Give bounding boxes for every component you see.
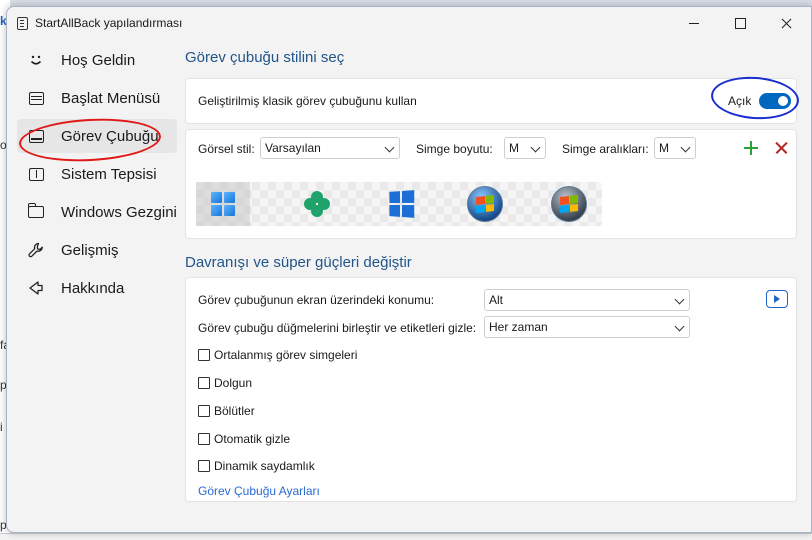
chevron-down-icon: [384, 142, 395, 153]
classic-taskbar-card: Geliştirilmiş klasik görev çubuğunu kull…: [185, 78, 797, 124]
chevron-down-icon: [530, 142, 541, 153]
add-icon[interactable]: [744, 141, 758, 155]
classic-taskbar-label: Geliştirilmiş klasik görev çubuğunu kull…: [198, 94, 417, 108]
window-title: StartAllBack yapılandırması: [35, 16, 183, 30]
toggle-label: Açık: [728, 94, 752, 108]
maximize-button[interactable]: [717, 7, 763, 39]
sidebar-item-label: Hoş Geldin: [61, 51, 136, 69]
close-button[interactable]: [763, 7, 809, 39]
behavior-card: Görev çubuğunun ekran üzerindeki konumu:…: [185, 277, 797, 502]
checkbox-label: Otomatik gizle: [214, 432, 291, 446]
checkbox-auto-hide[interactable]: Otomatik gizle: [198, 432, 290, 446]
icon-spacing-label: Simge aralıkları:: [562, 142, 649, 156]
sidebar-item-label: Hakkında: [61, 279, 125, 297]
combine-buttons-value: Her zaman: [489, 320, 548, 334]
visual-style-card: Görsel stil: Varsayılan Simge boyutu: M …: [185, 129, 797, 239]
info-icon: [27, 279, 45, 297]
sidebar-item-welcome[interactable]: Hoş Geldin: [17, 43, 177, 77]
sidebar-item-start-menu[interactable]: Başlat Menüsü: [17, 81, 177, 115]
taskbar-position-value: Alt: [489, 293, 504, 307]
checkbox-label: Dolgun: [214, 376, 253, 390]
taskbar-icon: [27, 127, 45, 145]
combine-buttons-label: Görev çubuğu düğmelerini birleştir ve et…: [198, 321, 477, 335]
taskbar-position-label: Görev çubuğunun ekran üzerindeki konumu:: [198, 293, 435, 307]
background-app-bottom: [0, 533, 812, 540]
checkbox-segments[interactable]: Bölütler: [198, 404, 255, 418]
sidebar-item-about[interactable]: Hakkında: [17, 271, 177, 305]
checkbox-label: Ortalanmış görev simgeleri: [214, 348, 358, 362]
checkbox[interactable]: [198, 433, 210, 445]
checkbox[interactable]: [198, 460, 210, 472]
visual-style-value: Varsayılan: [265, 141, 321, 155]
checkbox-label: Dinamik saydamlık: [214, 459, 315, 473]
checkbox[interactable]: [198, 377, 210, 389]
icon-size-value: M: [509, 141, 519, 155]
wrench-icon: [27, 241, 45, 259]
checkbox-dynamic-transparency[interactable]: Dinamik saydamlık: [198, 459, 315, 473]
taskbar-settings-link[interactable]: Görev Çubuğu Ayarları: [198, 484, 320, 498]
settings-window: StartAllBack yapılandırması Hoş Geldin B…: [6, 6, 812, 533]
icon-size-select[interactable]: M: [504, 137, 546, 159]
windows-10-logo-icon[interactable]: [374, 182, 428, 226]
remove-icon[interactable]: [774, 141, 788, 155]
title-bar[interactable]: StartAllBack yapılandırması: [7, 7, 811, 39]
chevron-down-icon: [680, 142, 691, 153]
sidebar-item-label: Gelişmiş: [61, 241, 119, 259]
icon-spacing-value: M: [659, 141, 669, 155]
checkbox-padded[interactable]: Dolgun: [198, 376, 252, 390]
icon-size-label: Simge boyutu:: [416, 142, 493, 156]
visual-style-select[interactable]: Varsayılan: [260, 137, 400, 159]
sidebar-item-label: Sistem Tepsisi: [61, 165, 157, 183]
section-title-behavior: Davranışı ve süper güçleri değiştir: [185, 254, 412, 271]
sidebar-item-label: Görev Çubuğu: [61, 127, 159, 145]
background-text-fragment: i: [0, 420, 3, 434]
folder-icon: [27, 203, 45, 221]
combine-buttons-select[interactable]: Her zaman: [484, 316, 690, 338]
minimize-button[interactable]: [671, 7, 717, 39]
system-tray-icon: [27, 165, 45, 183]
windows-7-orb-icon[interactable]: [458, 182, 512, 226]
sidebar-item-windows-explorer[interactable]: Windows Gezgini: [17, 195, 177, 229]
checkbox-label: Bölütler: [214, 404, 255, 418]
windows-vista-orb-icon[interactable]: [542, 182, 596, 226]
sidebar-item-system-tray[interactable]: Sistem Tepsisi: [17, 157, 177, 191]
taskbar-position-select[interactable]: Alt: [484, 289, 690, 311]
chevron-down-icon: [674, 294, 685, 305]
play-video-icon[interactable]: [766, 290, 788, 308]
sidebar-item-taskbar[interactable]: Görev Çubuğu: [17, 119, 177, 153]
windows-11-logo-icon[interactable]: [196, 182, 250, 226]
sidebar: Hoş Geldin Başlat Menüsü Görev Çubuğu Si…: [17, 43, 177, 309]
chevron-down-icon: [674, 321, 685, 332]
app-icon: [17, 17, 28, 30]
visual-style-label: Görsel stil:: [198, 142, 255, 156]
start-menu-icon: [27, 89, 45, 107]
clover-icon[interactable]: [290, 182, 344, 226]
sidebar-item-label: Başlat Menüsü: [61, 89, 161, 107]
section-title-style: Görev çubuğu stilini seç: [185, 49, 345, 66]
smiley-icon: [27, 51, 45, 69]
classic-taskbar-toggle-group[interactable]: Açık: [728, 93, 792, 109]
classic-taskbar-toggle[interactable]: [759, 93, 792, 109]
sidebar-item-label: Windows Gezgini: [61, 203, 177, 221]
icon-spacing-select[interactable]: M: [654, 137, 696, 159]
taskbar-style-preview-strip: [196, 182, 602, 226]
checkbox[interactable]: [198, 405, 210, 417]
checkbox[interactable]: [198, 349, 210, 361]
checkbox-centered-icons[interactable]: Ortalanmış görev simgeleri: [198, 348, 357, 362]
sidebar-item-advanced[interactable]: Gelişmiş: [17, 233, 177, 267]
